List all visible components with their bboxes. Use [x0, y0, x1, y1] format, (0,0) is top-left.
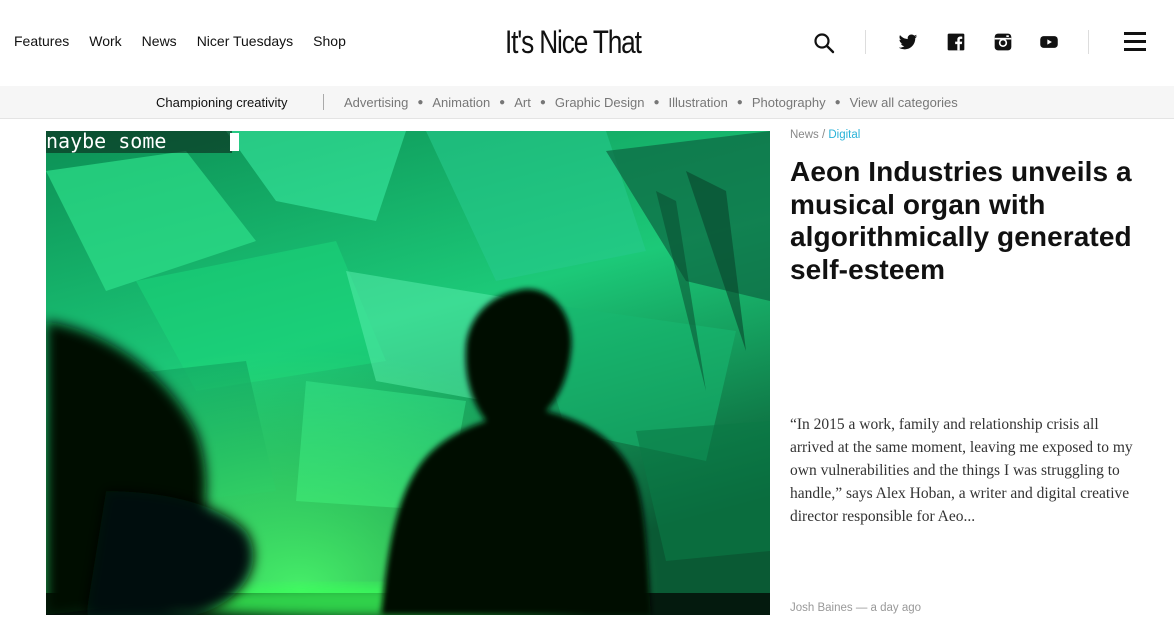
separator-dot: ●: [499, 97, 506, 108]
nav-item-news[interactable]: News: [142, 33, 177, 49]
article-headline[interactable]: Aeon Industries unveils a musical organ …: [790, 156, 1170, 286]
separator-dot: ●: [834, 97, 841, 108]
instagram-icon[interactable]: [993, 32, 1013, 52]
hero-overlay-text: naybe some: [46, 131, 166, 153]
nav-item-nicer-tuesdays[interactable]: Nicer Tuesdays: [197, 33, 293, 49]
hamburger-menu-icon[interactable]: [1124, 32, 1146, 52]
breadcrumb-separator: /: [821, 129, 826, 141]
nav-item-work[interactable]: Work: [89, 33, 121, 49]
divider: [1088, 30, 1089, 54]
divider: [323, 94, 324, 110]
top-navigation: Features Work News Nicer Tuesdays Shop I…: [0, 0, 1174, 86]
hero-image[interactable]: naybe some: [46, 131, 770, 615]
divider: [865, 30, 866, 54]
category-illustration[interactable]: Illustration: [669, 95, 728, 110]
main-nav: Features Work News Nicer Tuesdays Shop: [14, 33, 366, 49]
category-advertising[interactable]: Advertising: [344, 95, 408, 110]
separator-dot: ●: [653, 97, 660, 108]
nav-item-features[interactable]: Features: [14, 33, 69, 49]
category-view-all[interactable]: View all categories: [850, 95, 958, 110]
category-animation[interactable]: Animation: [432, 95, 490, 110]
category-graphic-design[interactable]: Graphic Design: [555, 95, 645, 110]
youtube-icon[interactable]: [1039, 32, 1059, 52]
breadcrumb-section[interactable]: News: [790, 129, 819, 141]
separator-dot: ●: [736, 97, 743, 108]
author-link[interactable]: Josh Baines: [790, 602, 853, 614]
search-icon[interactable]: [813, 32, 835, 54]
timestamp: — a day ago: [855, 602, 922, 614]
category-art[interactable]: Art: [514, 95, 531, 110]
site-logo[interactable]: It's Nice That: [505, 24, 642, 61]
facebook-icon[interactable]: [946, 32, 966, 52]
breadcrumb: News / Digital: [790, 129, 860, 141]
category-list: Advertising ● Animation ● Art ● Graphic …: [344, 95, 958, 110]
separator-dot: ●: [539, 97, 546, 108]
category-photography[interactable]: Photography: [752, 95, 826, 110]
separator-dot: ●: [417, 97, 424, 108]
byline: Josh Baines — a day ago: [790, 602, 921, 614]
tagline: Championing creativity: [156, 95, 288, 110]
breadcrumb-category[interactable]: Digital: [828, 129, 860, 141]
nav-item-shop[interactable]: Shop: [313, 33, 346, 49]
category-bar: Championing creativity Advertising ● Ani…: [0, 86, 1174, 119]
twitter-icon[interactable]: [898, 32, 918, 52]
article-excerpt: “In 2015 a work, family and relationship…: [790, 416, 1133, 525]
